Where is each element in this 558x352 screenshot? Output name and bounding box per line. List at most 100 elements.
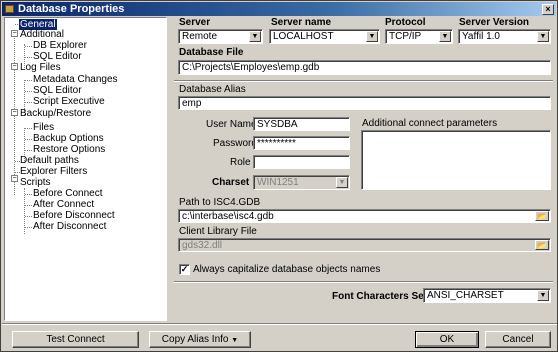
server-version-value: Yaffil 1.0 [462, 31, 500, 42]
protocol-value: TCP/IP [389, 31, 422, 42]
tree-branch [25, 102, 32, 103]
separator [174, 80, 553, 82]
title-bar[interactable]: Database Properties × [2, 2, 556, 16]
tree-item-log-sql-editor[interactable]: SQL Editor [33, 85, 82, 96]
server-name-value: LOCALHOST [273, 31, 334, 42]
tree-item-explorer-filters[interactable]: Explorer Filters [20, 166, 87, 177]
tree-item-script-executive[interactable]: Script Executive [33, 96, 105, 107]
tree-item-db-explorer[interactable]: DB Explorer [33, 40, 87, 51]
tree-item-backup-options[interactable]: Backup Options [33, 133, 104, 144]
test-connect-button[interactable]: Test Connect [12, 331, 139, 348]
capitalize-label[interactable]: Always capitalize database objects names [193, 264, 380, 276]
tree-item-log-files[interactable]: Log Files [20, 62, 61, 73]
tree-item-additional[interactable]: Additional [20, 29, 64, 40]
collapse-logfiles-icon[interactable]: − [11, 63, 18, 70]
collapse-scripts-icon[interactable]: − [11, 175, 18, 182]
tree-item-before-connect[interactable]: Before Connect [33, 188, 103, 199]
tree-item-scripts[interactable]: Scripts [20, 177, 51, 188]
tree-item-sql-editor[interactable]: SQL Editor [33, 51, 82, 62]
window-title: Database Properties [18, 3, 125, 15]
copy-alias-info-button[interactable]: Copy Alias Info ▼ [149, 331, 251, 348]
database-alias-input[interactable]: emp [178, 96, 551, 110]
tree-item-label: After Disconnect [33, 221, 107, 232]
tree-item-label: Log Files [20, 62, 61, 73]
tree-item-restore-options[interactable]: Restore Options [33, 144, 105, 155]
tree-branch [25, 80, 32, 81]
tree-item-label: Additional [20, 29, 64, 40]
tree-item-label: Default paths [20, 155, 79, 166]
tree-item-label: Metadata Changes [33, 74, 118, 85]
app-icon [5, 5, 14, 13]
server-select[interactable]: Remote ▼ [178, 29, 263, 44]
tree-item-label: Scripts [20, 177, 51, 188]
server-version-select[interactable]: Yaffil 1.0 ▼ [458, 29, 551, 44]
folder-open-icon[interactable]: 📂 [535, 240, 549, 250]
tree-item-label: SQL Editor [33, 85, 82, 96]
client-library-value: gds32.dll [182, 240, 223, 251]
tree-item-label: Files [33, 122, 55, 133]
collapse-backup-icon[interactable]: − [11, 109, 18, 116]
client-library-label: Client Library File [179, 226, 257, 237]
tree-item-label: Restore Options [33, 144, 106, 155]
tree-item-label: Backup/Restore [20, 108, 92, 119]
tree-item-after-disconnect[interactable]: After Disconnect [33, 221, 106, 232]
isc4-path-label: Path to ISC4.GDB [179, 197, 261, 208]
password-label: Password [213, 138, 257, 149]
tree-item-after-connect[interactable]: After Connect [33, 199, 94, 210]
password-input[interactable]: ********** [253, 136, 350, 150]
separator [174, 281, 553, 283]
tree-item-backup-restore[interactable]: Backup/Restore [20, 108, 91, 119]
tree-item-metadata-changes[interactable]: Metadata Changes [33, 74, 118, 85]
tree-item-default-paths[interactable]: Default paths [20, 155, 79, 166]
charset-select: WIN1251 ▼ [253, 175, 350, 190]
additional-params-label: Additional connect parameters [362, 118, 498, 129]
tree-branch [25, 205, 32, 206]
tree-item-label: Before Connect [33, 188, 103, 199]
tree-branch [25, 150, 32, 151]
protocol-select[interactable]: TCP/IP ▼ [385, 29, 453, 44]
chevron-down-icon[interactable]: ▼ [366, 31, 378, 42]
tree-branch [25, 128, 32, 129]
chevron-down-icon[interactable]: ▼ [249, 31, 261, 42]
server-name-select[interactable]: LOCALHOST ▼ [269, 29, 380, 44]
server-select-value: Remote [182, 31, 218, 42]
copy-alias-info-label: Copy Alias Info [161, 334, 229, 345]
tree-branch [25, 91, 32, 92]
user-name-input[interactable]: SYSDBA [253, 117, 350, 131]
chevron-down-icon: ▼ [336, 177, 348, 188]
user-name-value: SYSDBA [257, 119, 298, 130]
isc4-path-input[interactable]: c:\interbase\isc4.gdb 📂 [178, 209, 551, 223]
tree-item-before-disconnect[interactable]: Before Disconnect [33, 210, 115, 221]
settings-tree[interactable]: − − − − General Additional DB Explorer S… [4, 17, 167, 321]
tree-item-files[interactable]: Files [33, 122, 54, 133]
folder-open-icon[interactable]: 📂 [535, 211, 549, 221]
collapse-additional-icon[interactable]: − [11, 30, 18, 37]
chevron-down-icon[interactable]: ▼ [537, 31, 549, 42]
tree-branch [25, 194, 32, 195]
tree-item-label: SQL Editor [33, 51, 82, 62]
database-properties-window: Database Properties × − − − − General Ad… [0, 0, 558, 352]
user-name-label: User Name [206, 119, 257, 130]
ok-button[interactable]: OK [415, 331, 479, 348]
close-icon[interactable]: × [542, 4, 554, 15]
font-charset-label: Font Characters Set [332, 291, 428, 302]
tree-item-label: Script Executive [33, 96, 105, 107]
tree-item-label: Backup Options [33, 133, 104, 144]
tree-item-label: DB Explorer [33, 40, 87, 51]
chevron-down-icon[interactable]: ▼ [439, 31, 451, 42]
protocol-label: Protocol [385, 17, 426, 28]
font-charset-select[interactable]: ANSI_CHARSET ▼ [423, 288, 551, 303]
database-file-input[interactable]: C:\Projects\Employes\emp.gdb [178, 60, 551, 75]
server-label: Server [179, 17, 211, 28]
chevron-down-icon[interactable]: ▼ [537, 290, 549, 301]
tree-item-label: Before Disconnect [33, 210, 115, 221]
server-name-label: Server name [271, 17, 332, 28]
font-charset-value: ANSI_CHARSET [427, 290, 504, 301]
cancel-button[interactable]: Cancel [485, 331, 551, 348]
capitalize-checkbox[interactable]: ✓ [179, 264, 190, 275]
database-alias-value: emp [182, 98, 202, 109]
separator [2, 323, 557, 325]
role-input[interactable] [253, 155, 350, 169]
additional-params-textarea[interactable] [361, 130, 551, 190]
server-version-label: Server Version [459, 17, 530, 28]
